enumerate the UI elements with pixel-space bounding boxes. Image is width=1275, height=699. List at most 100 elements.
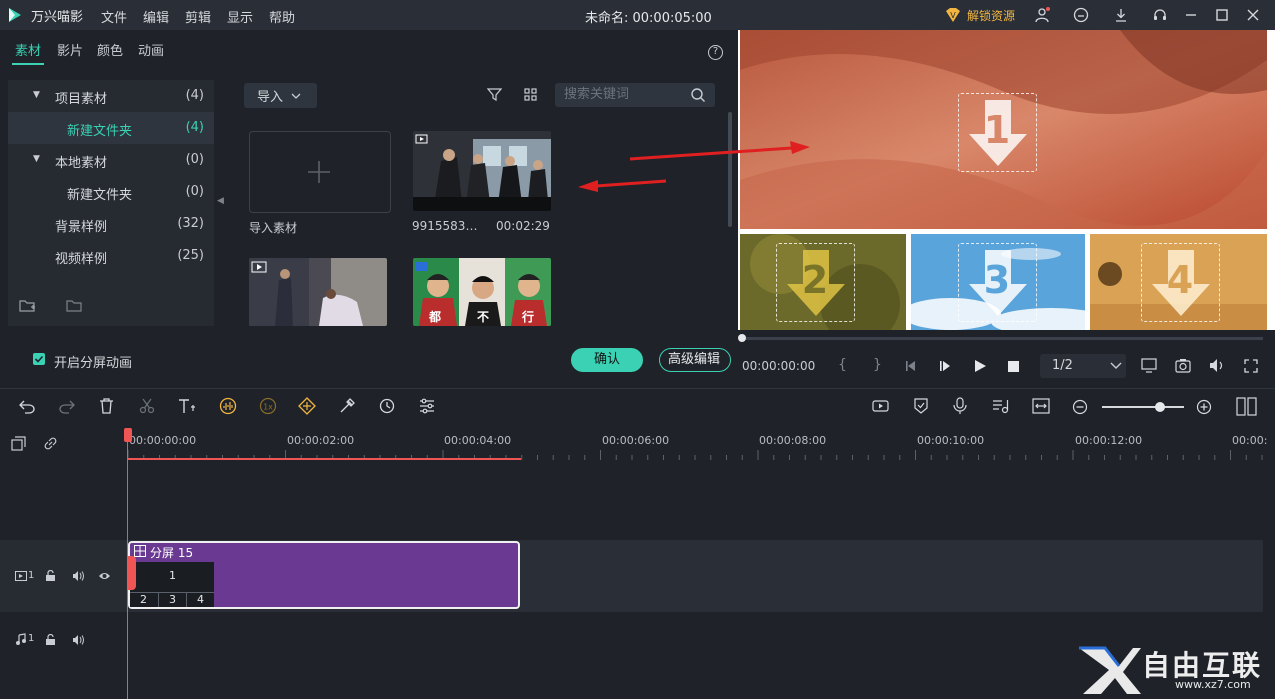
microphone-icon[interactable] xyxy=(953,397,967,415)
account-icon[interactable] xyxy=(1034,7,1050,23)
tree-count: (0) xyxy=(185,184,204,199)
video-track-icon xyxy=(15,571,27,581)
zoom-slider-handle[interactable] xyxy=(1155,402,1165,412)
split-animation-label: 开启分屏动画 xyxy=(54,356,133,371)
clip-cell-label: 3 xyxy=(169,593,176,606)
chevron-down-icon[interactable] xyxy=(1110,362,1122,370)
watermark-url: www.xz7.com xyxy=(1175,678,1251,691)
tree-count: (0) xyxy=(185,152,204,167)
volume-icon[interactable] xyxy=(72,570,85,582)
split-screen-icon xyxy=(134,545,146,557)
tab-animation[interactable]: 动画 xyxy=(138,40,164,59)
clip-trim-handle[interactable] xyxy=(127,556,136,590)
audio-mixer-icon[interactable] xyxy=(992,398,1009,414)
advanced-edit-button[interactable]: 高级编辑 xyxy=(659,348,731,372)
unlock-resources-button[interactable]: V 解锁资源 xyxy=(944,6,1015,24)
filter-icon[interactable] xyxy=(487,87,502,102)
marker-icon[interactable] xyxy=(913,398,929,414)
annotation-arrows xyxy=(578,141,810,192)
media-thumbnail-clip1[interactable] xyxy=(413,131,551,211)
add-track-icon[interactable] xyxy=(11,436,26,451)
volume-icon[interactable] xyxy=(72,634,85,646)
tab-material[interactable]: 素材 xyxy=(15,40,41,59)
tree-item-local-media[interactable]: ▼ 本地素材 (0) xyxy=(8,144,214,176)
undo-icon[interactable] xyxy=(19,399,35,414)
duration-icon[interactable] xyxy=(379,398,395,414)
audio-edit-icon[interactable] xyxy=(219,397,237,415)
color-picker-icon[interactable] xyxy=(339,398,355,414)
chevron-down-icon xyxy=(291,93,301,99)
menu-view[interactable]: 显示 xyxy=(227,7,253,26)
playhead-handle[interactable] xyxy=(124,428,132,442)
active-tab-indicator xyxy=(12,63,44,65)
display-icon[interactable] xyxy=(1141,358,1157,373)
zoom-out-icon[interactable] xyxy=(1072,399,1088,415)
delete-icon[interactable] xyxy=(99,398,114,414)
tree-item-project-media[interactable]: ▼ 项目素材 (4) xyxy=(8,80,214,112)
play-icon[interactable] xyxy=(974,359,987,373)
menu-edit[interactable]: 编辑 xyxy=(143,7,169,26)
next-frame-icon[interactable] xyxy=(939,360,953,372)
message-icon[interactable] xyxy=(1073,7,1089,23)
grid-view-icon[interactable] xyxy=(523,87,538,102)
snapshot-icon[interactable] xyxy=(1175,358,1191,373)
volume-icon[interactable] xyxy=(1209,358,1225,373)
split-animation-checkbox[interactable] xyxy=(33,353,45,365)
folder-icon[interactable] xyxy=(66,298,83,313)
lock-icon[interactable] xyxy=(45,570,56,582)
zoom-slider-track[interactable] xyxy=(1102,406,1184,408)
tree-item-new-folder-selected[interactable]: 新建文件夹 (4) xyxy=(8,112,214,144)
redo-icon[interactable] xyxy=(59,399,75,414)
close-icon[interactable] xyxy=(1245,7,1261,23)
tree-label: 新建文件夹 xyxy=(67,188,133,203)
render-icon[interactable] xyxy=(872,398,889,414)
new-folder-icon[interactable] xyxy=(19,298,36,313)
adjust-icon[interactable] xyxy=(419,398,435,414)
import-media-tile[interactable] xyxy=(249,131,391,213)
eye-icon[interactable] xyxy=(98,571,111,581)
mark-out-icon[interactable]: } xyxy=(873,357,882,373)
tree-item-new-folder[interactable]: 新建文件夹 (0) xyxy=(8,176,214,208)
tree-label: 本地素材 xyxy=(55,156,108,171)
preview-progress-track[interactable] xyxy=(741,337,1263,340)
stop-icon[interactable] xyxy=(1008,361,1019,372)
preview-progress-handle[interactable] xyxy=(738,334,746,342)
fullscreen-icon[interactable] xyxy=(1244,359,1258,373)
drop-zone-1[interactable]: 1 xyxy=(958,93,1037,172)
minimize-icon[interactable] xyxy=(1183,7,1199,23)
cut-icon[interactable] xyxy=(139,398,155,414)
drop-zone-2[interactable]: 2 xyxy=(776,243,855,322)
speed-icon[interactable]: 1x xyxy=(259,397,277,415)
maximize-icon[interactable] xyxy=(1214,7,1230,23)
lock-icon[interactable] xyxy=(45,634,56,646)
keyframe-icon[interactable] xyxy=(298,397,316,415)
headset-icon[interactable] xyxy=(1152,7,1168,23)
link-icon[interactable] xyxy=(43,436,58,451)
previous-frame-icon[interactable] xyxy=(905,360,919,372)
collapse-panel-icon[interactable]: ◀ xyxy=(217,196,224,206)
drop-zone-3[interactable]: 3 xyxy=(958,243,1037,322)
ruler-label: 00:00:00:00 xyxy=(129,434,197,447)
tab-color[interactable]: 颜色 xyxy=(97,40,123,59)
tree-item-video-samples[interactable]: 视频样例 (25) xyxy=(8,240,214,272)
text-icon[interactable] xyxy=(178,398,196,414)
mark-in-icon[interactable]: { xyxy=(838,357,847,373)
tree-count: (32) xyxy=(177,216,204,231)
drop-zone-4[interactable]: 4 xyxy=(1141,243,1220,322)
search-icon[interactable] xyxy=(690,87,706,103)
menu-clip[interactable]: 剪辑 xyxy=(185,7,211,26)
video-track-number: 1 xyxy=(28,570,35,581)
menu-help[interactable]: 帮助 xyxy=(269,7,295,26)
help-icon[interactable]: ? xyxy=(708,45,723,60)
media-thumbnail-clip2[interactable] xyxy=(249,258,387,326)
fit-timeline-icon[interactable] xyxy=(1032,398,1050,414)
tab-movie[interactable]: 影片 xyxy=(57,40,83,59)
tree-label: 新建文件夹 xyxy=(67,124,133,139)
zoom-in-icon[interactable] xyxy=(1196,399,1212,415)
menu-file[interactable]: 文件 xyxy=(101,7,127,26)
panel-layout-icon[interactable] xyxy=(1236,397,1257,416)
import-dropdown-button[interactable]: 导入 xyxy=(244,83,317,108)
download-icon[interactable] xyxy=(1113,7,1129,23)
confirm-button[interactable]: 确认 xyxy=(571,348,643,372)
tree-item-background-samples[interactable]: 背景样例 (32) xyxy=(8,208,214,240)
